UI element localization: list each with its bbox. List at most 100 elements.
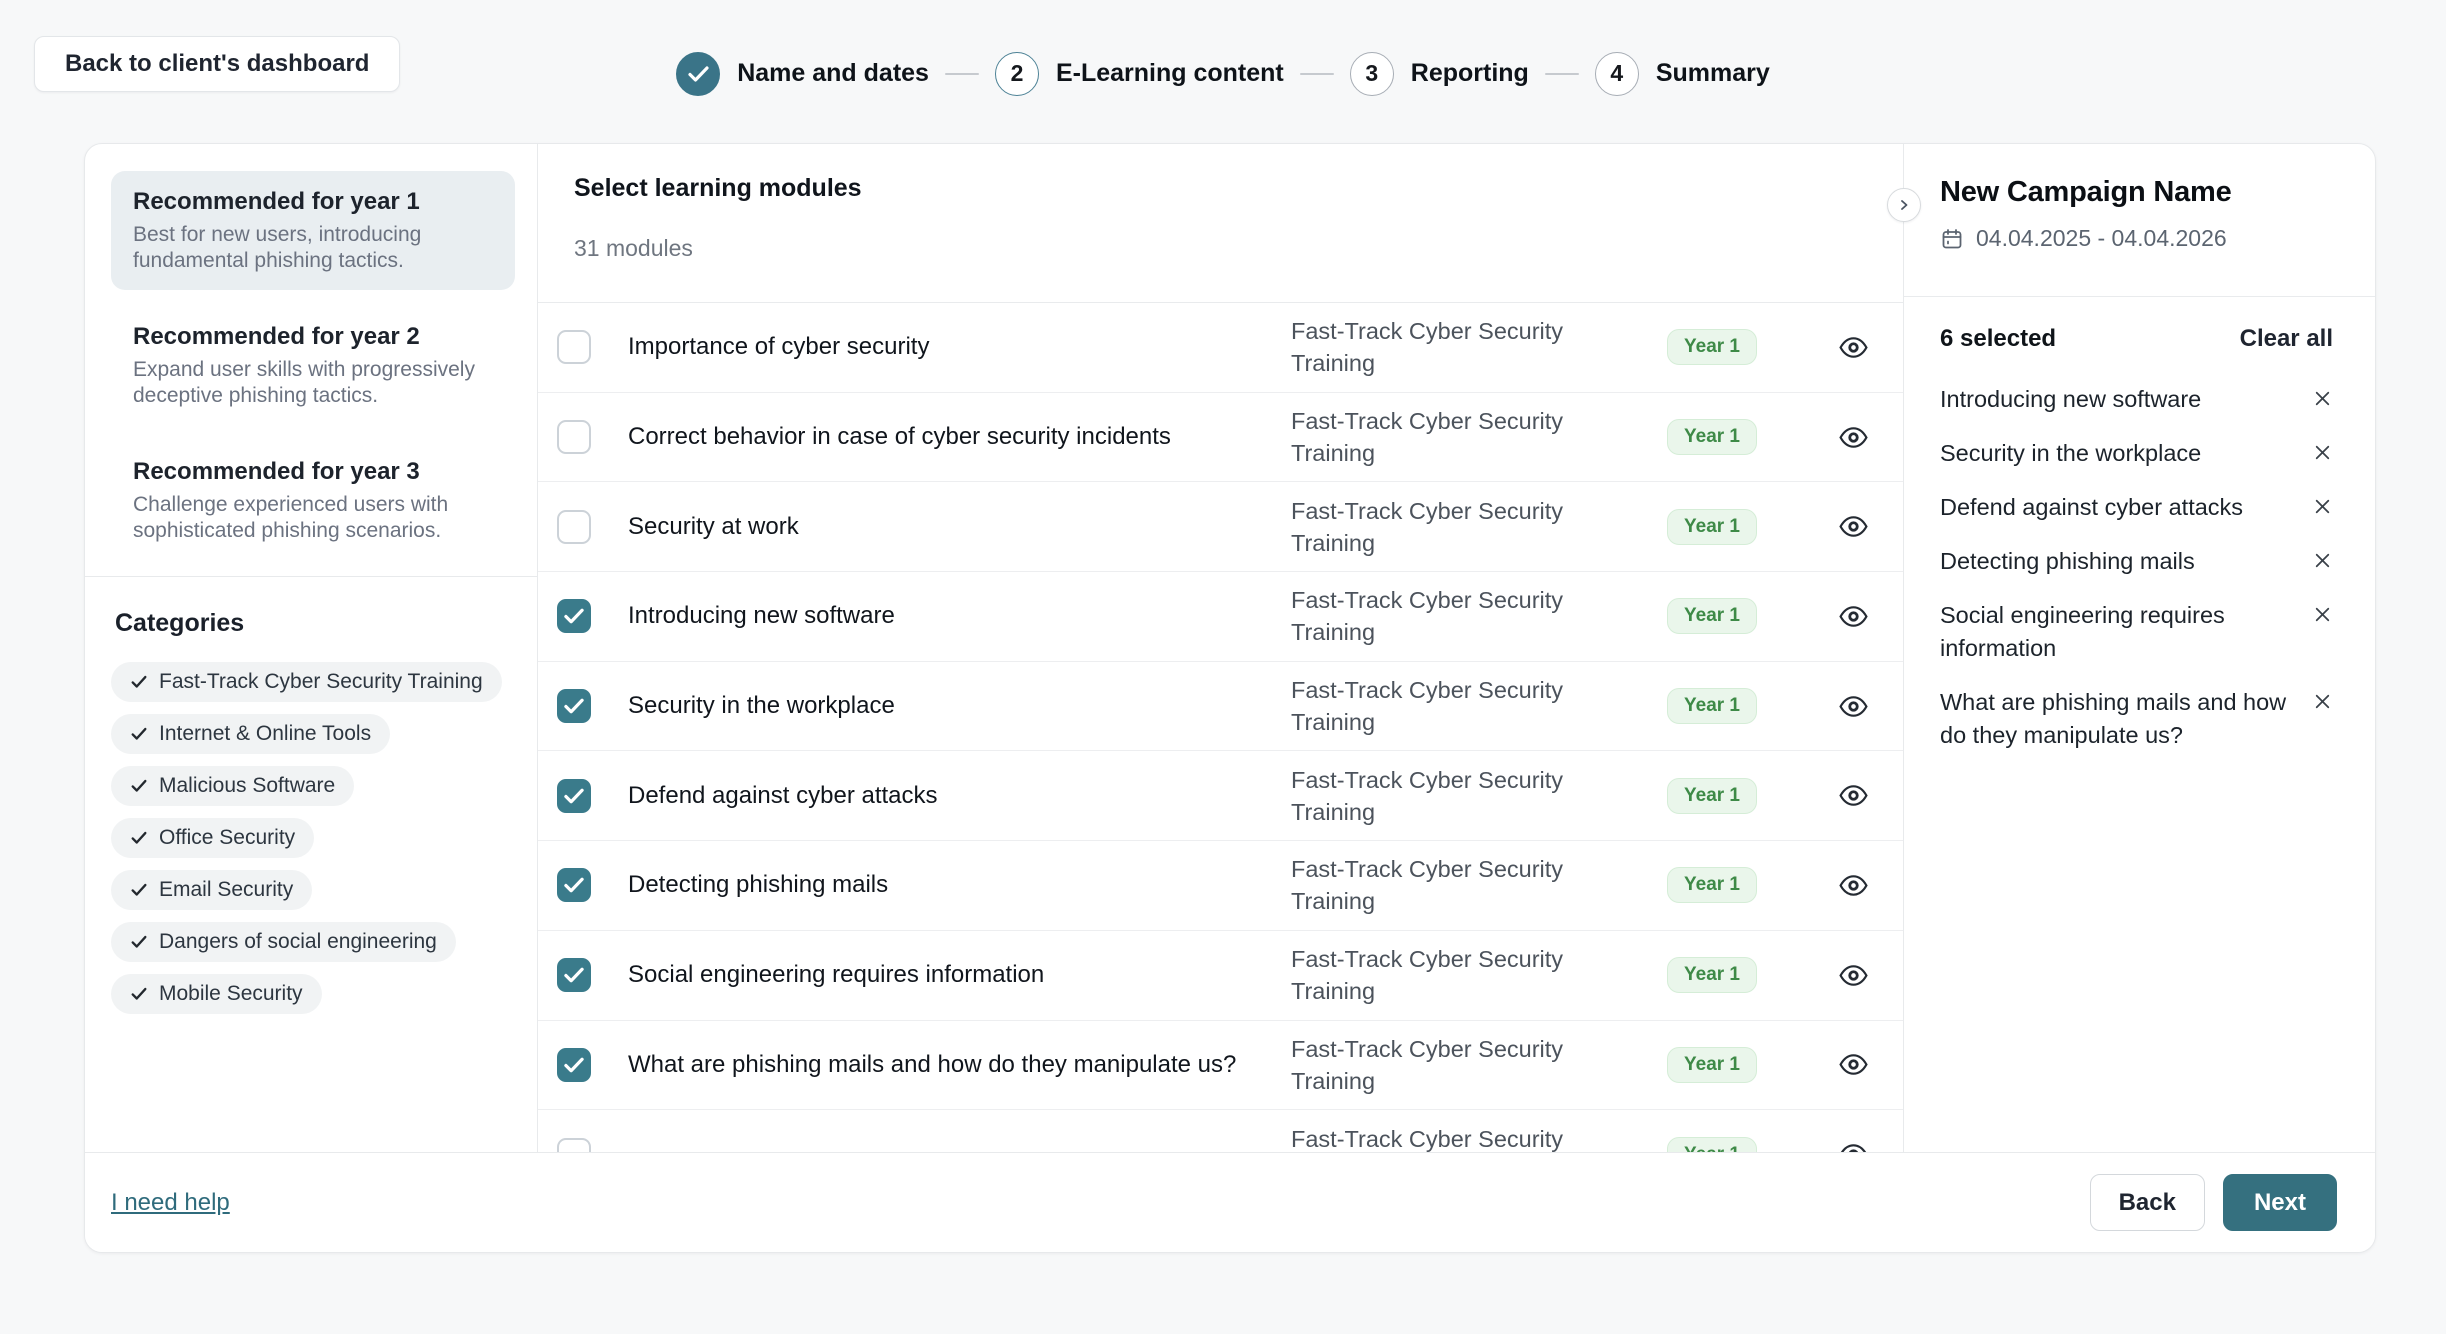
- category-chip-label: Office Security: [159, 826, 295, 850]
- year-badge: Year 1: [1667, 329, 1757, 365]
- category-chip[interactable]: Email Security: [111, 870, 312, 910]
- module-row[interactable]: Correct behavior in case of cyber securi…: [538, 393, 1903, 483]
- module-checkbox[interactable]: [557, 958, 591, 992]
- module-row[interactable]: Security in the workplace Fast-Track Cyb…: [538, 662, 1903, 752]
- preview-button[interactable]: [1834, 597, 1873, 636]
- stepper-step[interactable]: 3 Reporting: [1350, 52, 1595, 96]
- step-label: Name and dates: [737, 59, 929, 88]
- year-badge: Year 1: [1667, 1137, 1757, 1152]
- category-chip[interactable]: Office Security: [111, 818, 314, 858]
- eye-icon: [1838, 511, 1869, 542]
- year-badge: Year 1: [1667, 688, 1757, 724]
- module-checkbox[interactable]: [557, 1048, 591, 1082]
- module-list[interactable]: Importance of cyber security Fast-Track …: [538, 303, 1903, 1152]
- check-icon: [564, 698, 584, 714]
- check-icon: [130, 777, 148, 795]
- stepper-step[interactable]: 2 E-Learning content: [995, 52, 1350, 96]
- campaign-date-range: 04.04.2025 - 04.04.2026: [1940, 225, 2333, 252]
- module-checkbox[interactable]: [557, 868, 591, 902]
- campaign-header: New Campaign Name 04.04.2025 - 04.04.202…: [1904, 144, 2376, 297]
- step-label: Summary: [1656, 59, 1770, 88]
- module-row[interactable]: Social engineering requires information …: [538, 931, 1903, 1021]
- campaign-wizard-screen: Back to client's dashboard Name and date…: [0, 0, 2446, 1334]
- category-chip-label: Malicious Software: [159, 774, 335, 798]
- eye-icon: [1838, 780, 1869, 811]
- help-link[interactable]: I need help: [111, 1189, 230, 1217]
- recommendation-item[interactable]: Recommended for year 2 Expand user skill…: [111, 306, 515, 425]
- categories-heading: Categories: [115, 609, 515, 638]
- preview-button[interactable]: [1834, 1045, 1873, 1084]
- module-row[interactable]: Fast-Track Cyber Security Training Year …: [538, 1110, 1903, 1152]
- selected-module-item: What are phishing mails and how do they …: [1940, 686, 2333, 752]
- step-circle: [676, 52, 720, 96]
- stepper-step[interactable]: Name and dates: [676, 52, 995, 96]
- step-circle: 2: [995, 52, 1039, 96]
- module-row[interactable]: Defend against cyber attacks Fast-Track …: [538, 751, 1903, 841]
- stepper-step[interactable]: 4 Summary: [1595, 52, 1770, 96]
- module-row[interactable]: Security at work Fast-Track Cyber Securi…: [538, 482, 1903, 572]
- module-category: Fast-Track Cyber Security Training: [1291, 584, 1621, 648]
- preview-button[interactable]: [1834, 418, 1873, 457]
- remove-module-button[interactable]: [2312, 383, 2333, 412]
- remove-module-button[interactable]: [2312, 545, 2333, 574]
- eye-icon: [1838, 422, 1869, 453]
- module-checkbox[interactable]: [557, 599, 591, 633]
- module-checkbox[interactable]: [557, 510, 591, 544]
- modules-count: 31 modules: [574, 235, 1867, 262]
- module-row[interactable]: Introducing new software Fast-Track Cybe…: [538, 572, 1903, 662]
- preview-button[interactable]: [1834, 1135, 1873, 1152]
- module-checkbox[interactable]: [557, 689, 591, 723]
- check-icon: [564, 788, 584, 804]
- back-to-dashboard-button[interactable]: Back to client's dashboard: [34, 36, 400, 92]
- module-checkbox[interactable]: [557, 1138, 591, 1152]
- summary-panel: New Campaign Name 04.04.2025 - 04.04.202…: [1904, 144, 2376, 1152]
- module-checkbox[interactable]: [557, 779, 591, 813]
- category-chip[interactable]: Fast-Track Cyber Security Training: [111, 662, 502, 702]
- recommendation-description: Challenge experienced users with sophist…: [133, 492, 493, 544]
- calendar-icon: [1940, 227, 1964, 251]
- module-row[interactable]: What are phishing mails and how do they …: [538, 1021, 1903, 1111]
- category-chip[interactable]: Dangers of social engineering: [111, 922, 456, 962]
- preview-button[interactable]: [1834, 866, 1873, 905]
- module-checkbox[interactable]: [557, 420, 591, 454]
- selected-header: 6 selected Clear all: [1940, 325, 2333, 353]
- collapse-panel-button[interactable]: [1887, 188, 1921, 222]
- remove-module-button[interactable]: [2312, 437, 2333, 466]
- recommendation-title: Recommended for year 3: [133, 457, 493, 487]
- category-chip[interactable]: Mobile Security: [111, 974, 322, 1014]
- selected-module-list: Introducing new software Security in the…: [1940, 383, 2333, 752]
- selected-module-item: Introducing new software: [1940, 383, 2333, 416]
- module-row[interactable]: Detecting phishing mails Fast-Track Cybe…: [538, 841, 1903, 931]
- category-chip[interactable]: Malicious Software: [111, 766, 354, 806]
- preview-button[interactable]: [1834, 328, 1873, 367]
- module-name: Defend against cyber attacks: [628, 782, 1291, 810]
- preview-button[interactable]: [1834, 776, 1873, 815]
- recommendation-description: Expand user skills with progressively de…: [133, 357, 493, 409]
- recommendation-item[interactable]: Recommended for year 3 Challenge experie…: [111, 441, 515, 560]
- selected-module-name: What are phishing mails and how do they …: [1940, 686, 2312, 752]
- preview-button[interactable]: [1834, 956, 1873, 995]
- selected-module-name: Security in the workplace: [1940, 437, 2312, 470]
- back-button[interactable]: Back: [2090, 1174, 2205, 1231]
- clear-all-button[interactable]: Clear all: [2240, 325, 2333, 353]
- remove-module-button[interactable]: [2312, 491, 2333, 520]
- preview-button[interactable]: [1834, 507, 1873, 546]
- remove-module-button[interactable]: [2312, 686, 2333, 715]
- recommendation-item[interactable]: Recommended for year 1 Best for new user…: [111, 171, 515, 290]
- category-chip-label: Dangers of social engineering: [159, 930, 437, 954]
- preview-button[interactable]: [1834, 687, 1873, 726]
- remove-module-button[interactable]: [2312, 599, 2333, 628]
- category-chip-label: Mobile Security: [159, 982, 303, 1006]
- modules-header: Select learning modules 31 modules: [538, 144, 1903, 303]
- module-category: Fast-Track Cyber Security Training: [1291, 1033, 1621, 1097]
- selected-module-item: Detecting phishing mails: [1940, 545, 2333, 578]
- module-category: Fast-Track Cyber Security Training: [1291, 1123, 1621, 1152]
- recommendation-description: Best for new users, introducing fundamen…: [133, 222, 493, 274]
- check-icon: [130, 933, 148, 951]
- step-connector: [1300, 73, 1334, 75]
- module-checkbox[interactable]: [557, 330, 591, 364]
- next-button[interactable]: Next: [2223, 1174, 2337, 1231]
- category-chip[interactable]: Internet & Online Tools: [111, 714, 390, 754]
- module-row[interactable]: Importance of cyber security Fast-Track …: [538, 303, 1903, 393]
- modules-panel: Select learning modules 31 modules Impor…: [538, 144, 1904, 1152]
